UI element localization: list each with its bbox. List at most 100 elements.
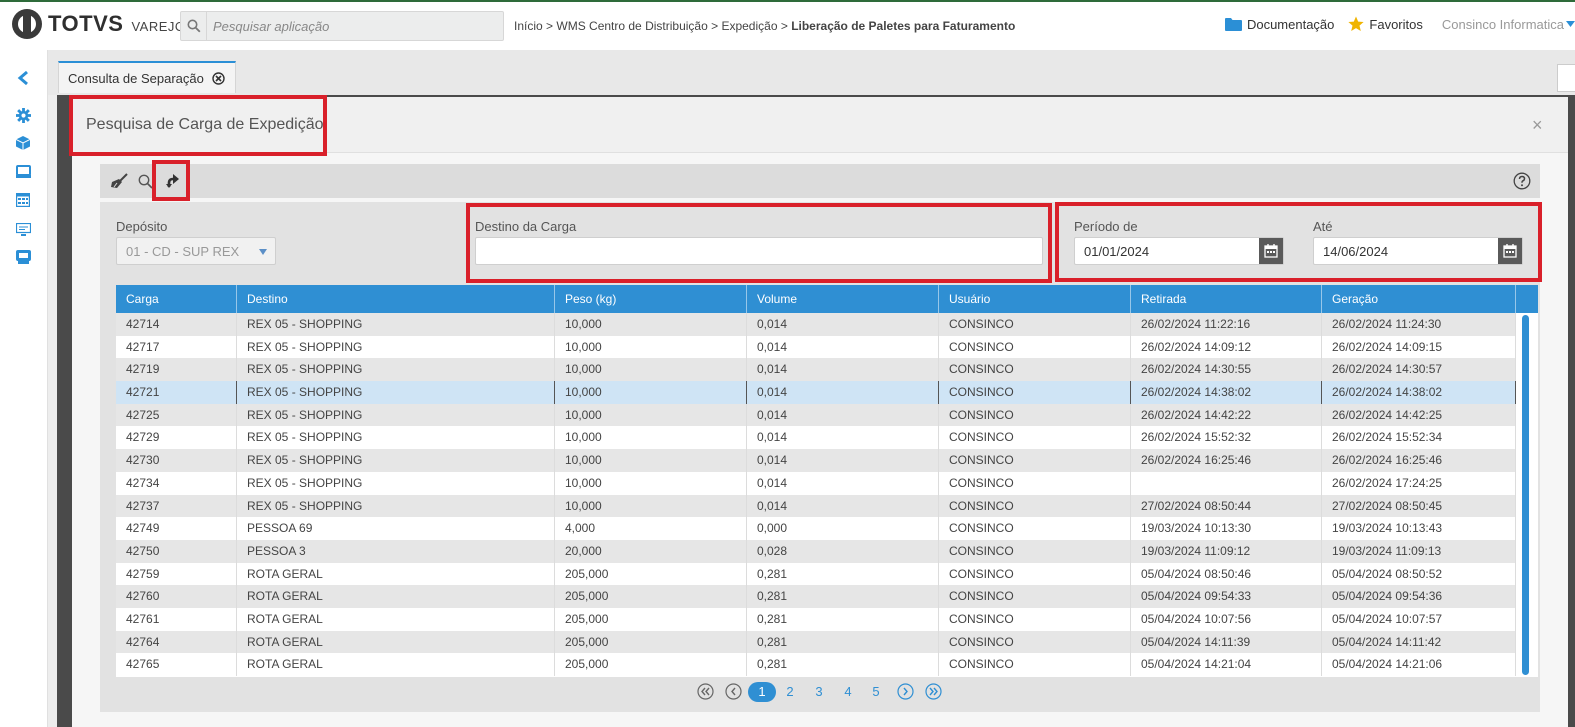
favorites-label: Favoritos [1369,16,1423,32]
breadcrumb-item-wms[interactable]: WMS Centro de Distribuição [556,19,707,33]
cell-peso: 10,000 [555,471,747,495]
previous-page-icon[interactable] [725,683,742,700]
calendar-icon[interactable] [1498,238,1522,264]
cell-destino: ROTA GERAL [237,585,555,608]
totvs-logo[interactable]: TOTVS VAREJO [12,9,186,39]
cell-geracao: 26/02/2024 14:09:15 [1322,335,1516,359]
table-row[interactable]: 42719 REX 05 - SHOPPING 10,000 0,014 CONSINC… [116,358,1516,382]
cell-carga: 42734 [116,471,237,495]
cell-geracao: 19/03/2024 11:09:13 [1322,539,1516,563]
gear-icon[interactable] [14,106,32,124]
cell-carga: 42714 [116,313,237,336]
cell-destino: PESSOA 69 [237,517,555,540]
cell-geracao: 26/02/2024 16:25:46 [1322,449,1516,472]
cell-geracao: 05/04/2024 14:21:06 [1322,653,1516,676]
cell-geracao: 05/04/2024 14:11:42 [1322,630,1516,654]
column-header-destino[interactable]: Destino [237,285,555,313]
breadcrumb-item-inicio[interactable]: Início [514,19,543,33]
cell-geracao: 26/02/2024 17:24:25 [1322,471,1516,495]
cube-icon[interactable] [14,134,32,152]
cell-destino: ROTA GERAL [237,653,555,676]
search-icon[interactable] [136,172,154,190]
cell-peso: 10,000 [555,313,747,336]
cell-geracao: 05/04/2024 08:50:52 [1322,562,1516,586]
table-row[interactable]: 42749 PESSOA 69 4,000 0,000 CONSINCO 19/03/20… [116,517,1516,540]
breadcrumb-item-expedicao[interactable]: Expedição [721,19,777,33]
table-row[interactable]: 42750 PESSOA 3 20,000 0,028 CONSINCO 19/03/20… [116,539,1516,563]
cell-carga: 42725 [116,403,237,427]
column-header-usuario[interactable]: Usuário [939,285,1131,313]
periodo-de-input[interactable]: 01/01/2024 [1074,237,1284,265]
cell-usuario: CONSINCO [939,449,1131,472]
column-header-geracao[interactable]: Geração [1322,285,1516,313]
breadcrumb-separator: > [777,19,792,33]
table-row[interactable]: 42721 REX 05 - SHOPPING 10,000 0,014 CONSINC… [116,381,1516,404]
broom-icon[interactable] [110,172,128,190]
favorites-link[interactable]: Favoritos [1348,16,1423,32]
column-header-peso[interactable]: Peso (kg) [555,285,747,313]
column-header-volume[interactable]: Volume [747,285,939,313]
destino-input[interactable] [475,237,1043,265]
cell-peso: 10,000 [555,358,747,382]
search-icon[interactable] [181,12,207,40]
pager: 1 2 3 4 5 [100,682,1540,706]
cell-destino: REX 05 - SHOPPING [237,403,555,427]
first-page-icon[interactable] [697,683,714,700]
page-5[interactable]: 5 [871,682,881,702]
table-row[interactable]: 42730 REX 05 - SHOPPING 10,000 0,014 CONSINC… [116,449,1516,472]
page-2[interactable]: 2 [785,682,795,702]
table-row[interactable]: 42737 REX 05 - SHOPPING 10,000 0,014 CONSINC… [116,494,1516,518]
cell-destino: REX 05 - SHOPPING [237,335,555,359]
table-row[interactable]: 42761 ROTA GERAL 205,000 0,281 CONSINCO 05/04… [116,607,1516,631]
database-icon[interactable] [14,248,32,266]
cell-peso: 205,000 [555,630,747,654]
cell-retirada: 05/04/2024 14:11:39 [1131,630,1322,654]
page-3[interactable]: 3 [814,682,824,702]
destino-label: Destino da Carga [475,219,577,234]
deposito-label: Depósito [116,219,168,234]
modal-toolbar [100,164,1540,198]
column-header-retirada[interactable]: Retirada [1131,285,1322,313]
calendar-icon[interactable] [1259,238,1283,264]
user-menu[interactable]: Consinco Informatica [1437,17,1575,32]
last-page-icon[interactable] [925,683,942,700]
chevron-left-icon[interactable] [14,69,32,87]
cell-volume: 0,014 [747,381,939,404]
table-row[interactable]: 42725 REX 05 - SHOPPING 10,000 0,014 CONSINC… [116,403,1516,427]
search-input[interactable] [207,18,487,34]
documentation-link[interactable]: Documentação [1224,17,1334,32]
chevron-down-icon [1566,21,1575,27]
table-row[interactable]: 42759 ROTA GERAL 205,000 0,281 CONSINCO 05/04… [116,562,1516,586]
page-1[interactable]: 1 [748,682,776,702]
table-row[interactable]: 42729 REX 05 - SHOPPING 10,000 0,014 CONSINC… [116,426,1516,450]
column-header-carga[interactable]: Carga [116,285,237,313]
page-4[interactable]: 4 [843,682,853,702]
ate-input[interactable]: 14/06/2024 [1313,237,1523,265]
modal-close-button[interactable]: × [1532,115,1543,136]
cell-carga: 42729 [116,426,237,450]
next-page-icon[interactable] [897,683,914,700]
cell-geracao: 05/04/2024 09:54:36 [1322,585,1516,608]
folder-icon [1224,18,1242,31]
table-row[interactable]: 42714 REX 05 - SHOPPING 10,000 0,014 CONSINC… [116,313,1516,336]
table-row[interactable]: 42765 ROTA GERAL 205,000 0,281 CONSINCO 05/04… [116,653,1516,676]
close-circle-icon[interactable] [212,71,225,85]
deposito-value: 01 - CD - SUP REX [126,243,240,259]
panel-toggle-icon[interactable] [1557,64,1575,92]
calendar-grid-icon[interactable] [14,191,32,209]
help-icon[interactable] [1513,172,1531,190]
grid-header: Carga Destino Peso (kg) Volume Usuário R… [116,285,1516,313]
screen-icon[interactable] [14,162,32,180]
scrollbar-thumb[interactable] [1522,315,1529,675]
table-row[interactable]: 42760 ROTA GERAL 205,000 0,281 CONSINCO 05/04… [116,585,1516,608]
cell-retirada: 26/02/2024 14:09:12 [1131,335,1322,359]
breadcrumb: Início > WMS Centro de Distribuição > Ex… [514,19,1015,33]
table-row[interactable]: 42717 REX 05 - SHOPPING 10,000 0,014 CONSINC… [116,335,1516,359]
return-icon[interactable] [163,172,181,190]
cell-peso: 10,000 [555,381,747,404]
tab-consulta-separacao[interactable]: Consulta de Separação [58,61,236,93]
deposito-select[interactable]: 01 - CD - SUP REX [116,237,276,265]
table-row[interactable]: 42734 REX 05 - SHOPPING 10,000 0,014 CONSINC… [116,471,1516,495]
table-row[interactable]: 42764 ROTA GERAL 205,000 0,281 CONSINCO 05/04… [116,630,1516,654]
monitor-icon[interactable] [14,220,32,238]
